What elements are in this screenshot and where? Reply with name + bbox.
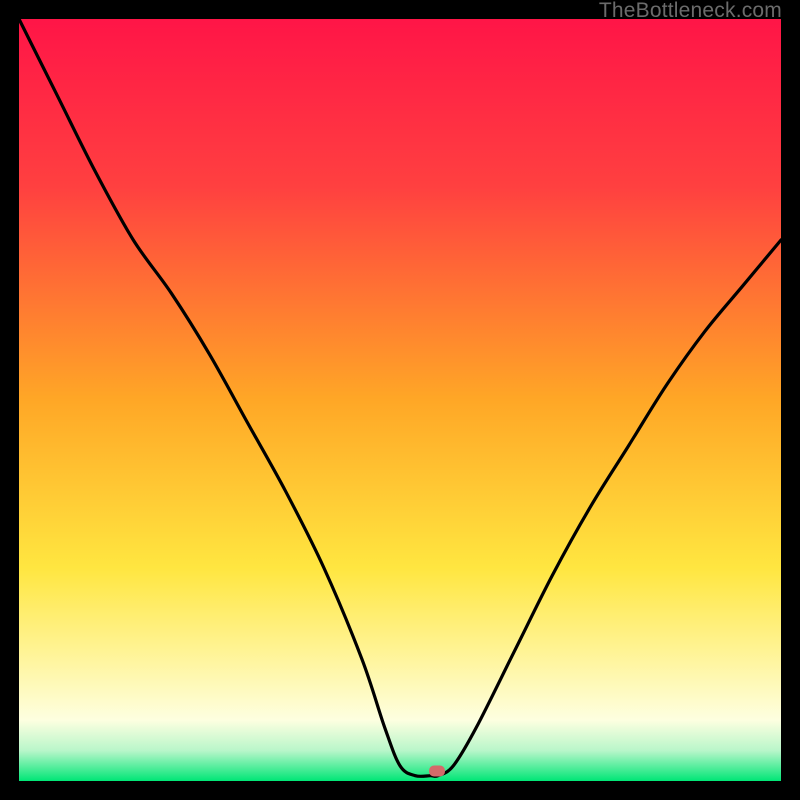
- bottleneck-curve: [19, 19, 781, 776]
- watermark-text: TheBottleneck.com: [599, 0, 782, 23]
- chart-container: TheBottleneck.com: [0, 0, 800, 800]
- optimal-point-marker: [429, 766, 445, 777]
- curve-layer: [19, 19, 781, 781]
